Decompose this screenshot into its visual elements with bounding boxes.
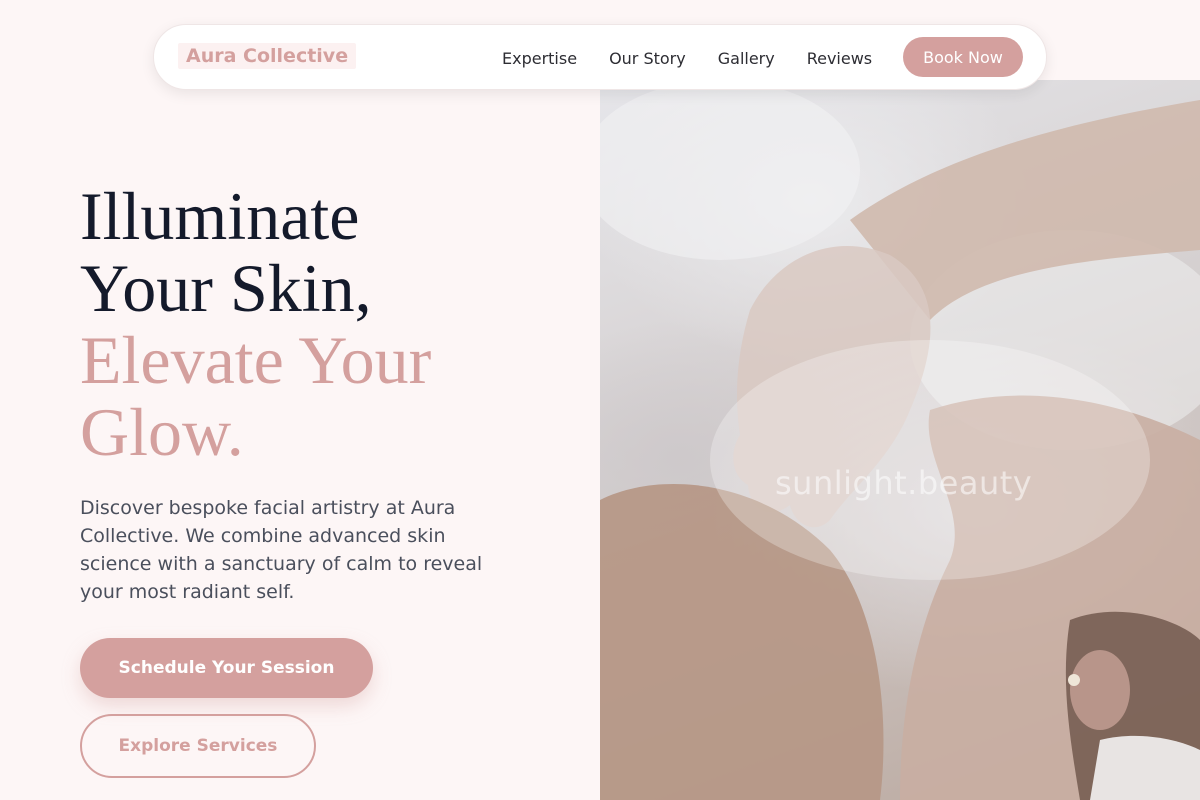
schedule-session-button[interactable]: Schedule Your Session xyxy=(80,638,373,698)
headline-line-2: Your Skin, xyxy=(80,250,372,326)
hero-description: Discover bespoke facial artistry at Aura… xyxy=(80,497,483,603)
top-navbar: Aura Collective Expertise Our Story Gall… xyxy=(153,24,1047,90)
nav-link-our-story[interactable]: Our Story xyxy=(609,49,686,68)
headline-line-1: Illuminate xyxy=(80,178,360,254)
book-now-button[interactable]: Book Now xyxy=(903,37,1023,77)
brand-logo[interactable]: Aura Collective xyxy=(178,43,357,69)
hero-headline: Illuminate Your Skin, Elevate Your Glow. xyxy=(80,180,580,468)
image-watermark: sunlight.beauty xyxy=(775,464,1033,502)
photo-shapes xyxy=(600,80,1200,800)
explore-services-button[interactable]: Explore Services xyxy=(80,714,316,778)
nav-link-gallery[interactable]: Gallery xyxy=(718,49,775,68)
nav-link-expertise[interactable]: Expertise xyxy=(502,49,577,68)
landing-page: sunlight.beauty Aura Collective Expertis… xyxy=(0,0,1200,800)
nav-links: Expertise Our Story Gallery Reviews xyxy=(502,25,904,91)
headline-accent-line-2: Glow. xyxy=(80,394,244,470)
headline-accent-line-1: Elevate Your xyxy=(80,322,432,398)
hero-facial-photo: sunlight.beauty xyxy=(600,80,1200,800)
nav-link-reviews[interactable]: Reviews xyxy=(807,49,872,68)
